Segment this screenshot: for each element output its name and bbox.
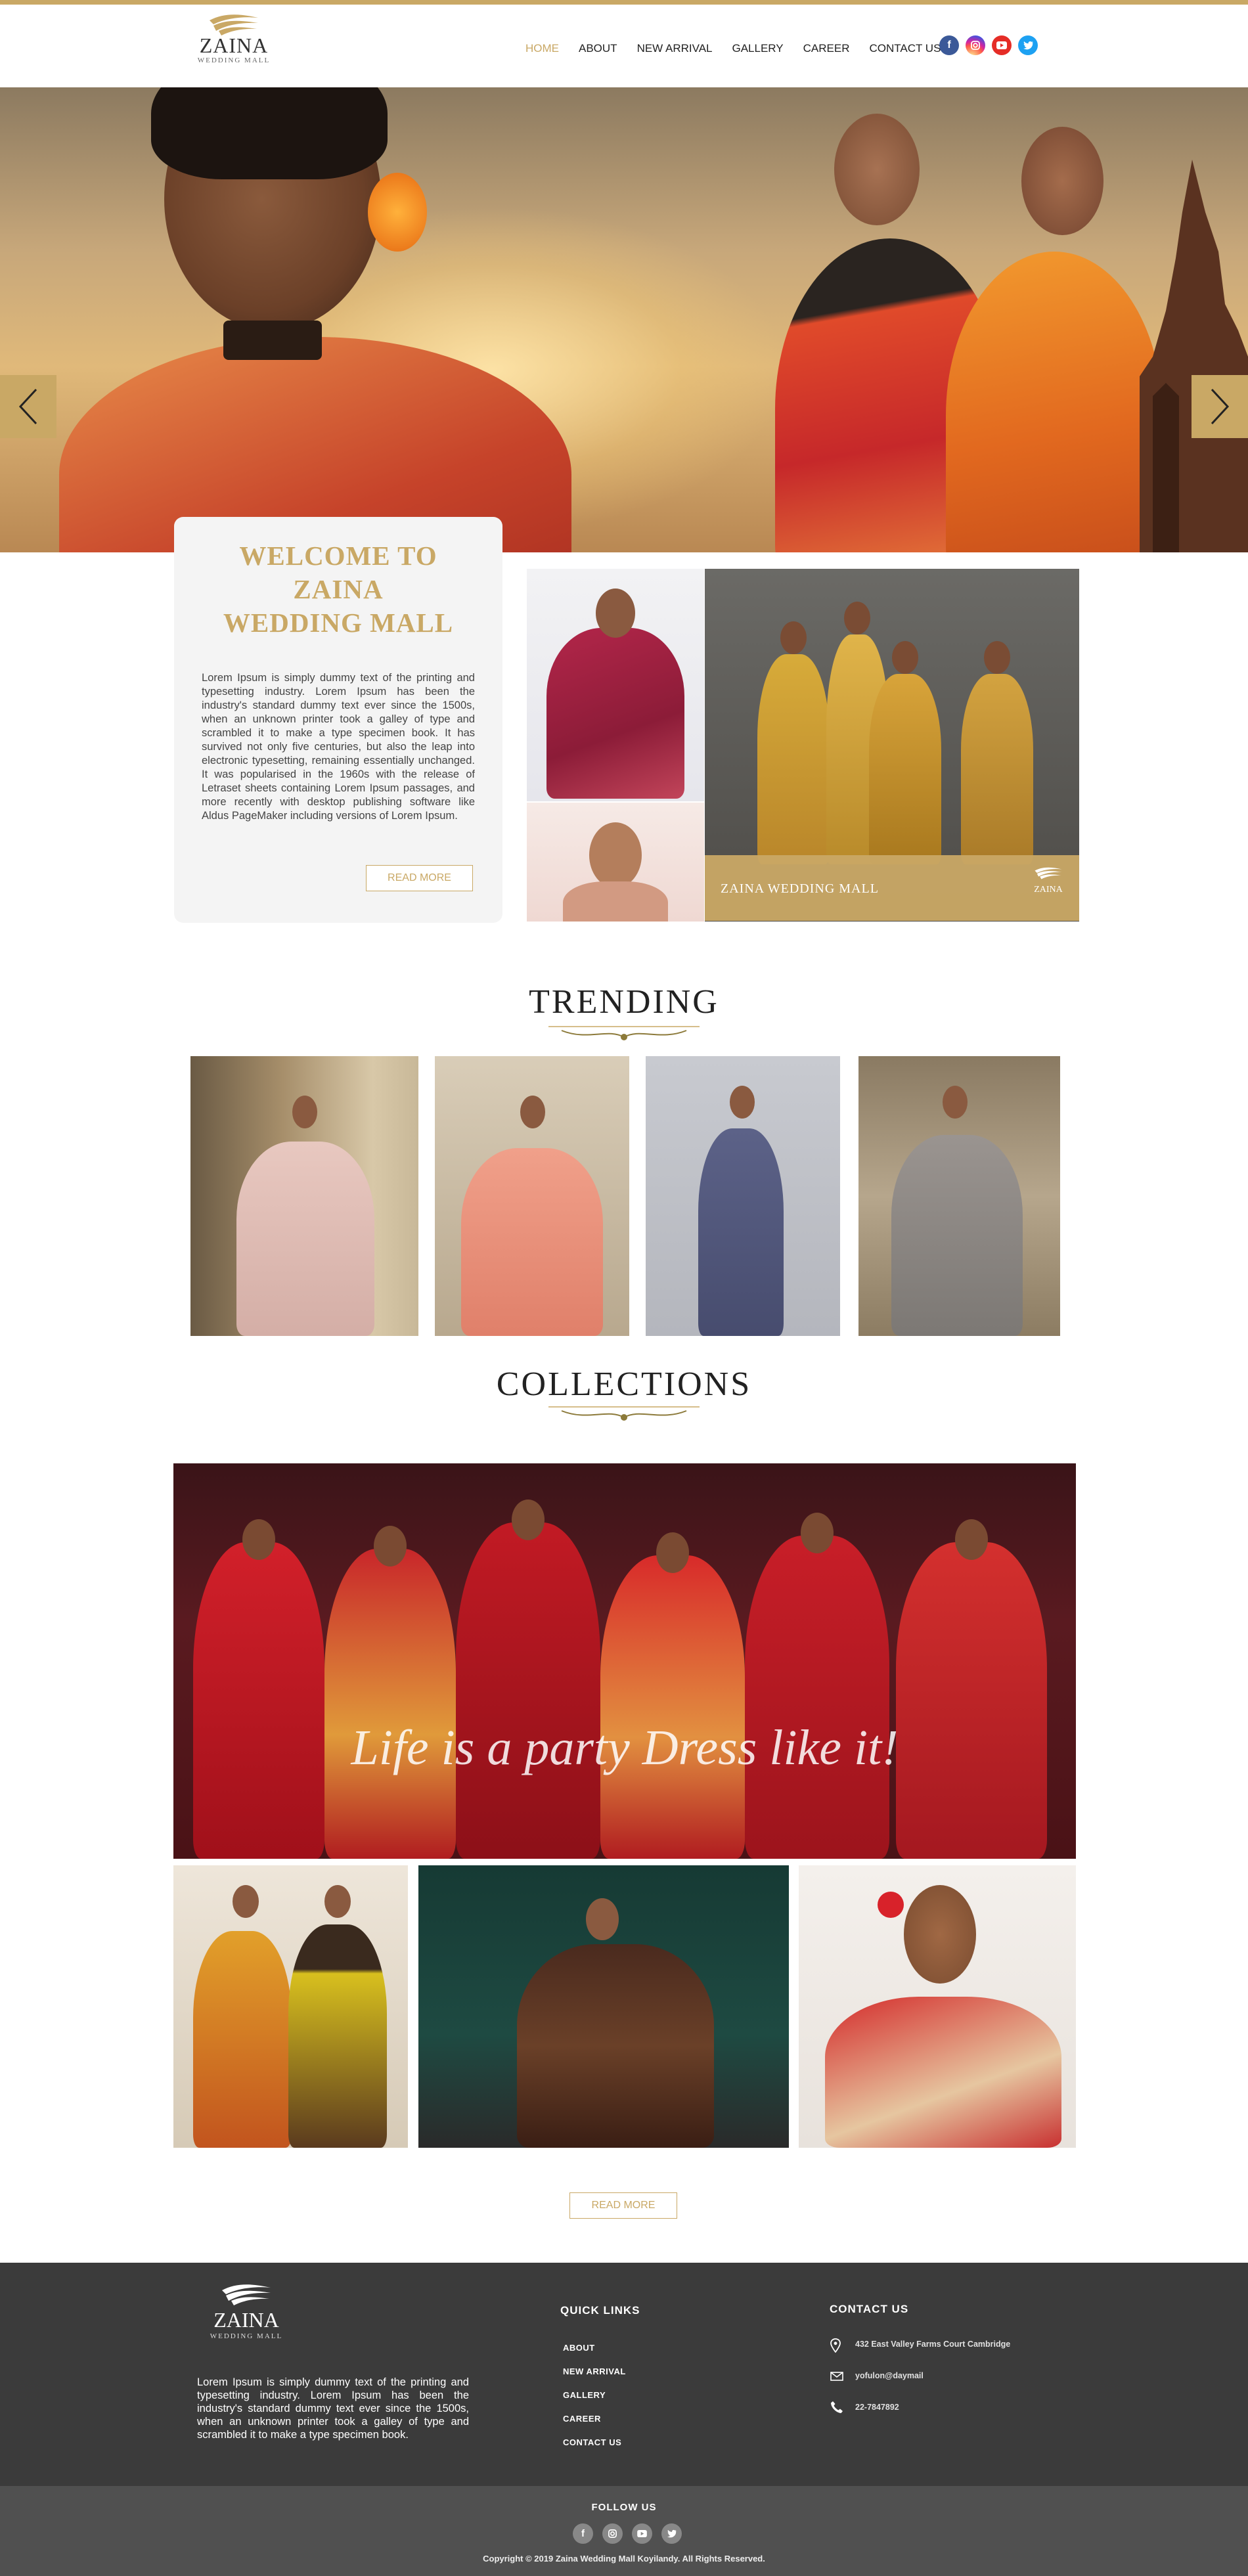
footer-bottom-bar: FOLLOW US f Copyright © 2019 Zaina Weddi…: [0, 2486, 1248, 2576]
twitter-icon[interactable]: [661, 2523, 682, 2544]
nav-about[interactable]: ABOUT: [579, 39, 617, 58]
footer-link-career[interactable]: CAREER: [563, 2414, 601, 2424]
quick-links-title: QUICK LINKS: [560, 2304, 640, 2317]
collections-hero-image[interactable]: Life is a party Dress like it!: [173, 1463, 1076, 1859]
collections-image-1[interactable]: [173, 1865, 408, 2148]
contact-email[interactable]: yofulon@daymail: [855, 2371, 924, 2380]
contact-phone[interactable]: 22-7847892: [855, 2403, 899, 2412]
nav-gallery[interactable]: GALLERY: [732, 39, 784, 58]
logo-waves-icon: [1035, 867, 1062, 879]
brand-logo[interactable]: ZAINA WEDDING MALL: [194, 11, 273, 83]
footer-social-links: f: [573, 2523, 682, 2544]
facebook-icon[interactable]: f: [939, 35, 959, 55]
temple-silhouette: [1140, 160, 1248, 552]
nav-new-arrival[interactable]: NEW ARRIVAL: [637, 39, 713, 58]
mail-icon: [830, 2372, 843, 2381]
footer-link-contact-us[interactable]: CONTACT US: [563, 2437, 621, 2447]
hero-next-arrow[interactable]: [1192, 375, 1248, 438]
trending-item-3[interactable]: [646, 1056, 840, 1336]
header-social-links: f: [939, 35, 1038, 55]
collections-ornament: [0, 1402, 1248, 1425]
copyright-text: Copyright © 2019 Zaina Wedding Mall Koyi…: [483, 2554, 765, 2564]
nav-contact-us[interactable]: CONTACT US: [869, 39, 941, 58]
phone-icon: [831, 2401, 843, 2413]
twitter-icon[interactable]: [1018, 35, 1038, 55]
collections-title: COLLECTIONS: [496, 1366, 752, 1403]
contact-title: CONTACT US: [830, 2303, 909, 2315]
collections-image-2[interactable]: [418, 1865, 789, 2148]
follow-us-label: FOLLOW US: [591, 2502, 657, 2513]
trending-item-4[interactable]: [858, 1056, 1060, 1336]
brand-banner: ZAINA WEDDING MALL ZAINA: [705, 855, 1079, 921]
banner-text: ZAINA WEDDING MALL: [721, 881, 879, 896]
welcome-card: WELCOME TO ZAINA WEDDING MALL Lorem Ipsu…: [174, 517, 502, 923]
hero-slider: [0, 87, 1248, 552]
ornament-divider-icon: [548, 1406, 700, 1421]
banner-logo: ZAINA: [1032, 864, 1065, 895]
footer-description: Lorem Ipsum is simply dummy text of the …: [197, 2376, 469, 2441]
nav-home[interactable]: HOME: [525, 39, 559, 58]
welcome-title: WELCOME TO ZAINA WEDDING MALL: [223, 541, 454, 638]
welcome-read-more-button[interactable]: READ MORE: [366, 865, 473, 891]
brand-subtitle: WEDDING MALL: [197, 56, 271, 64]
footer-logo[interactable]: ZAINA WEDDING MALL: [204, 2281, 289, 2340]
trending-item-1[interactable]: [190, 1056, 418, 1336]
facebook-icon[interactable]: f: [573, 2523, 593, 2544]
instagram-icon[interactable]: [602, 2523, 623, 2544]
chevron-right-icon: [1211, 388, 1230, 425]
trending-item-2[interactable]: [435, 1056, 629, 1336]
collections-tagline: Life is a party Dress like it!: [351, 1720, 899, 1775]
footer-link-new-arrival[interactable]: NEW ARRIVAL: [563, 2366, 626, 2376]
footer-link-about[interactable]: ABOUT: [563, 2343, 595, 2353]
trending-title: TRENDING: [529, 983, 719, 1021]
site-header: ZAINA WEDDING MALL HOME ABOUT NEW ARRIVA…: [0, 5, 1248, 87]
youtube-icon[interactable]: [632, 2523, 652, 2544]
site-footer: ZAINA WEDDING MALL Lorem Ipsum is simply…: [0, 2263, 1248, 2486]
chevron-left-icon: [18, 388, 37, 425]
hero-prev-arrow[interactable]: [0, 375, 56, 438]
location-pin-icon: [830, 2338, 841, 2353]
welcome-image-saree: [527, 569, 704, 801]
welcome-text: Lorem Ipsum is simply dummy text of the …: [202, 672, 475, 822]
collections-image-3[interactable]: [799, 1865, 1076, 2148]
welcome-image-portrait: [527, 803, 704, 922]
contact-address: 432 East Valley Farms Court Cambridge: [855, 2340, 1011, 2349]
brand-name: ZAINA: [199, 33, 269, 57]
footer-link-gallery[interactable]: GALLERY: [563, 2390, 606, 2400]
ornament-divider-icon: [548, 1026, 700, 1040]
nav-career[interactable]: CAREER: [803, 39, 850, 58]
logo-waves-icon: [222, 2284, 271, 2305]
trending-ornament: [0, 1021, 1248, 1045]
main-nav: HOME ABOUT NEW ARRIVAL GALLERY CAREER CO…: [525, 39, 960, 58]
youtube-icon[interactable]: [992, 35, 1012, 55]
instagram-icon[interactable]: [966, 35, 985, 55]
top-accent-line: [0, 0, 1248, 5]
collections-read-more-button[interactable]: READ MORE: [569, 2192, 677, 2219]
